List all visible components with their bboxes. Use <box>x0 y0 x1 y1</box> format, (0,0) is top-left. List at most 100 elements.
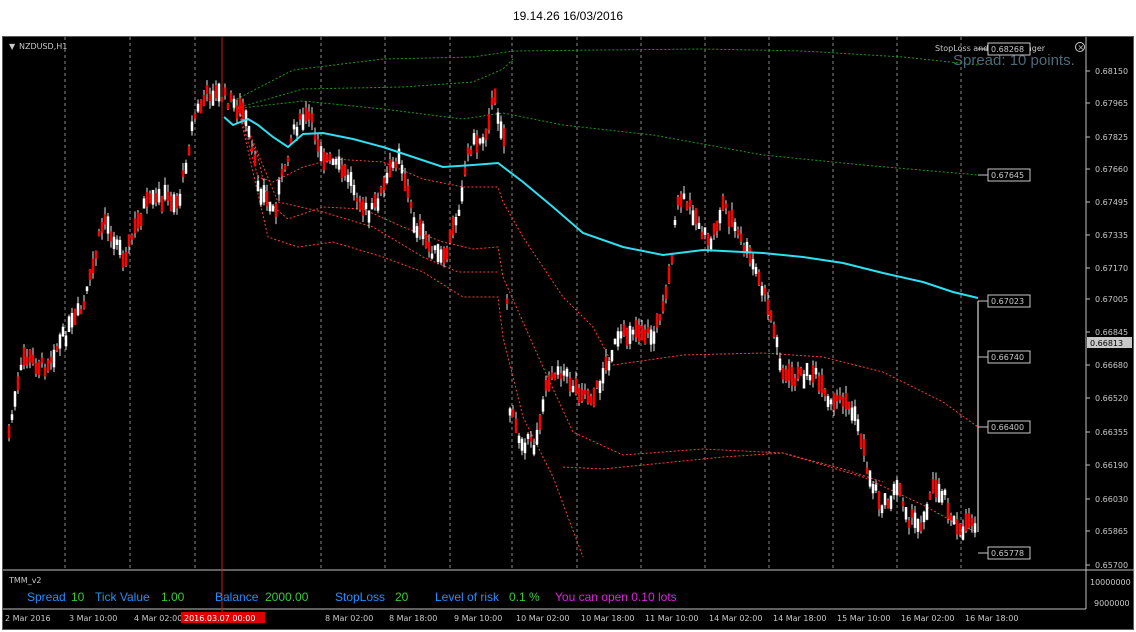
candle-body <box>457 209 461 216</box>
candle-body <box>256 180 260 192</box>
spread-value: 10 <box>71 590 85 604</box>
indicator-scale-bottom: 9000000 <box>1094 599 1130 608</box>
candle-body <box>769 311 773 321</box>
time-tick-label: 11 Mar 10:00 <box>645 614 698 623</box>
candle-body <box>118 239 122 255</box>
candle-body <box>481 137 485 144</box>
candle-body <box>802 374 806 389</box>
risk-label: Level of risk <box>435 590 500 604</box>
price-scale: 0.68150 0.67965 0.67825 0.67660 0.67495 0.673… <box>1086 67 1128 570</box>
chart-window[interactable]: ▼ NZDUSD,H1 StopLoss and Risk Manager × … <box>2 36 1135 631</box>
level-label: 0.68268 <box>991 45 1024 54</box>
price-tick-label: 0.65865 <box>1095 527 1128 536</box>
candle-body <box>694 208 698 225</box>
candle-body <box>913 512 917 528</box>
candle-body <box>52 349 56 368</box>
candle-body <box>364 202 368 209</box>
price-tick-label: 0.66030 <box>1095 495 1128 504</box>
price-tick-label: 0.67495 <box>1095 198 1128 207</box>
candle-body <box>808 375 812 381</box>
candle-body <box>346 174 350 182</box>
candle-body <box>319 146 323 162</box>
candle-body <box>178 193 182 206</box>
candle-body <box>367 210 371 223</box>
candle-body <box>412 217 416 233</box>
candle-body <box>388 158 392 178</box>
candle-body <box>28 350 32 363</box>
level-label: 0.67023 <box>991 297 1024 306</box>
chart-canvas[interactable]: ▼ NZDUSD,H1 StopLoss and Risk Manager × … <box>3 37 1135 631</box>
level-label: 0.65778 <box>991 549 1024 558</box>
window-titlebar: 19.14.26 16/03/2016 <box>0 0 1136 34</box>
candle-body <box>607 361 611 371</box>
candle-body <box>382 177 386 191</box>
level-label: 0.66400 <box>991 423 1024 432</box>
candle-body <box>316 139 320 152</box>
candle-body <box>946 502 950 519</box>
candle-body <box>535 429 539 445</box>
candle-body <box>700 231 704 239</box>
candle-body <box>862 439 866 456</box>
time-tick-label: 3 Mar 10:00 <box>69 614 117 623</box>
price-tick-label: 0.67660 <box>1095 165 1128 174</box>
candle-body <box>121 253 125 268</box>
candle-body <box>835 395 839 402</box>
candle-body <box>109 231 113 242</box>
candle-body <box>718 209 722 224</box>
candle-body <box>193 113 197 119</box>
candle-body <box>892 483 896 496</box>
candle-body <box>568 377 572 392</box>
candle-body <box>724 203 728 209</box>
candle-body <box>772 324 776 337</box>
candle-body <box>265 190 269 207</box>
candle-body <box>268 201 272 212</box>
candle-body <box>541 399 545 412</box>
time-tick-label: 15 Mar 10:00 <box>837 614 890 623</box>
candle-body <box>631 329 635 335</box>
candle-body <box>667 265 671 284</box>
candle-body <box>505 298 509 304</box>
candle-body <box>292 124 296 130</box>
candle-body <box>580 389 584 402</box>
candle-body <box>649 329 653 345</box>
candle-body <box>226 103 230 110</box>
candle-body <box>736 229 740 235</box>
candle-body <box>508 408 512 416</box>
candle-body <box>328 153 332 161</box>
candle-body <box>511 409 515 417</box>
chevron-down-icon[interactable]: ▼ <box>9 42 16 51</box>
candle-body <box>832 392 836 411</box>
candle-body <box>424 234 428 248</box>
candle-body <box>910 509 914 518</box>
candle-body <box>46 360 50 372</box>
candle-body <box>784 369 788 382</box>
candle-body <box>715 220 719 232</box>
candle-body <box>151 189 155 205</box>
candle-body <box>880 505 884 514</box>
candle-body <box>562 370 566 376</box>
candle-body <box>61 326 65 337</box>
candle-body <box>799 368 803 375</box>
candle-body <box>934 479 938 498</box>
candle-body <box>232 98 236 108</box>
candle-body <box>727 210 731 227</box>
candle-body <box>553 373 557 381</box>
candle-body <box>577 387 581 404</box>
price-tick-label: 0.67005 <box>1095 295 1128 304</box>
candle-body <box>304 107 308 122</box>
candle-body <box>895 480 899 496</box>
time-tick-label: 9 Mar 10:00 <box>454 614 502 623</box>
candle-body <box>373 194 377 208</box>
candle-body <box>757 271 761 285</box>
candle-body <box>22 347 26 366</box>
candle-body <box>601 368 605 384</box>
candle-body <box>82 301 86 309</box>
candle-body <box>55 345 59 351</box>
candle-body <box>334 158 338 165</box>
price-tick-label: 0.65700 <box>1095 561 1128 570</box>
tick-value-label: Tick Value <box>95 590 150 604</box>
main-plot-area[interactable] <box>3 37 1086 569</box>
indicator-scale-top: 10000000 <box>1090 578 1131 587</box>
candle-body <box>703 227 707 235</box>
candle-body <box>484 129 488 140</box>
